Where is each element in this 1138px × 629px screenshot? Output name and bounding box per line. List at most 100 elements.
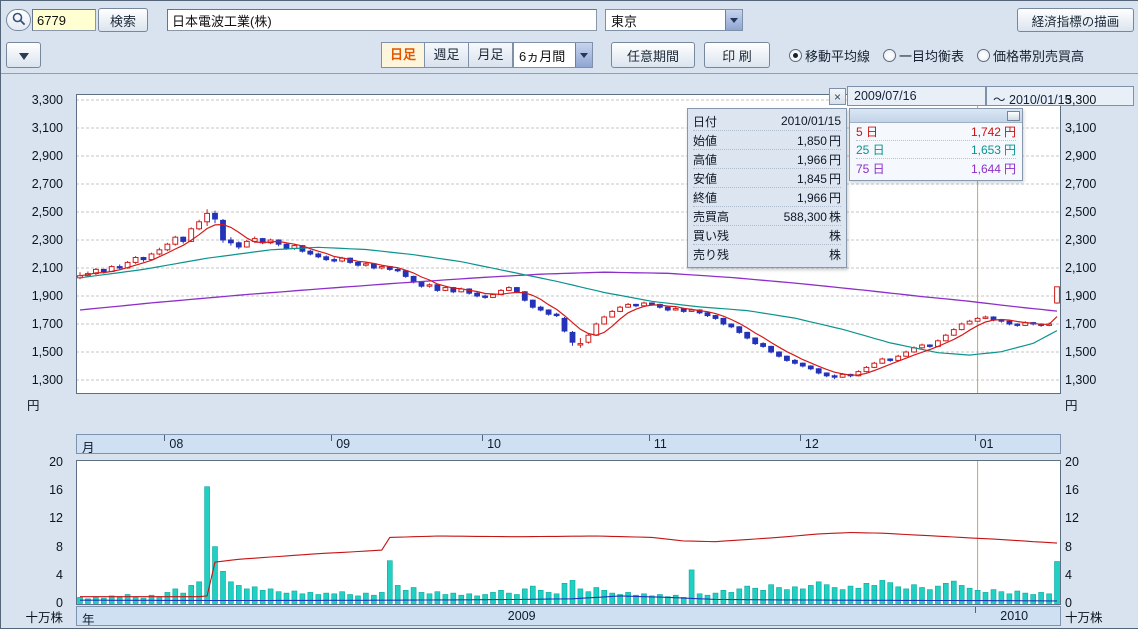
price-axis-label: 1,300 bbox=[1065, 372, 1123, 388]
legend-minimize-button[interactable] bbox=[1007, 111, 1020, 121]
info-row: 終値1,966円 bbox=[693, 188, 841, 207]
legend-row: 5 日1,742円 bbox=[856, 123, 1016, 141]
price-axis-label: 2,700 bbox=[5, 176, 63, 192]
price-axis-label: 2,500 bbox=[5, 204, 63, 220]
legend-ma-label: 25 日 bbox=[856, 141, 885, 158]
price-axis-unit: 円 bbox=[1065, 398, 1078, 414]
radio-volume-by-price[interactable]: 価格帯別売買高 bbox=[977, 46, 1084, 65]
info-label: 買い残 bbox=[693, 227, 729, 244]
ohlc-info-panel: 日付2010/01/15始値1,850円高値1,966円安値1,845円終値1,… bbox=[687, 108, 847, 268]
month-label: 11 bbox=[654, 437, 667, 451]
period-select[interactable]: 6ヵ月間 bbox=[513, 42, 593, 68]
info-label: 始値 bbox=[693, 132, 717, 149]
volume-axis-label: 0 bbox=[1065, 595, 1123, 611]
tab-weekly[interactable]: 週足 bbox=[425, 42, 469, 68]
price-axis-label: 3,300 bbox=[5, 92, 63, 108]
stock-chart-app-window: 検索 東京 経済指標の描画 日足 週足 月足 6ヵ月間 任意期間 印 刷 移動平… bbox=[0, 0, 1138, 629]
month-label: 01 bbox=[980, 437, 994, 451]
info-label: 売り残 bbox=[693, 246, 729, 263]
price-axis-label: 3,100 bbox=[1065, 120, 1123, 136]
price-axis-label: 1,500 bbox=[1065, 344, 1123, 360]
year-boundary-tick bbox=[975, 607, 976, 613]
price-axis-label: 1,700 bbox=[5, 316, 63, 332]
price-axis-label: 1,900 bbox=[1065, 288, 1123, 304]
month-boundary-tick bbox=[800, 435, 801, 441]
price-axis-label: 1,900 bbox=[5, 288, 63, 304]
year-label: 2009 bbox=[508, 609, 536, 623]
month-axis-corner-label: 月 bbox=[82, 437, 95, 454]
year-label: 2010 bbox=[1000, 609, 1028, 623]
volume-axis-label: 4 bbox=[1065, 567, 1123, 583]
volume-axis-label: 8 bbox=[5, 539, 63, 555]
month-axis-strip: 月 08 09 10 11 12 01 bbox=[76, 434, 1061, 454]
price-axis-label: 2,900 bbox=[5, 148, 63, 164]
info-row: 買い残 株 bbox=[693, 226, 841, 245]
info-row: 日付2010/01/15 bbox=[693, 112, 841, 131]
volume-chart[interactable] bbox=[76, 460, 1061, 605]
print-button[interactable]: 印 刷 bbox=[704, 42, 770, 68]
legend-header bbox=[850, 109, 1022, 123]
volume-axis-label: 20 bbox=[1065, 454, 1123, 470]
info-label: 日付 bbox=[693, 113, 717, 130]
info-value: 1,966円 bbox=[797, 189, 841, 206]
price-axis-label: 2,100 bbox=[5, 260, 63, 276]
date-range-end-value: 2010/01/15 bbox=[1009, 93, 1072, 107]
timeframe-tabs: 日足 週足 月足 bbox=[381, 42, 513, 68]
info-row: 始値 1,850円 bbox=[693, 131, 841, 150]
ma-legend-panel: 5 日1,742円25 日1,653円75 日1,644円 bbox=[849, 108, 1023, 181]
custom-period-button[interactable]: 任意期間 bbox=[611, 42, 695, 68]
price-axis-label: 1,300 bbox=[5, 372, 63, 388]
info-value: 588,300株 bbox=[784, 208, 841, 225]
stock-code-input[interactable] bbox=[32, 9, 96, 31]
legend-ma-label: 75 日 bbox=[856, 160, 885, 177]
chevron-down-icon[interactable] bbox=[725, 10, 742, 30]
info-value: 1,850円 bbox=[797, 132, 841, 149]
chevron-down-icon[interactable] bbox=[575, 43, 592, 67]
date-range-separator: ～ bbox=[993, 93, 1006, 107]
legend-ma-value: 1,742円 bbox=[971, 123, 1016, 140]
volume-axis-label: 4 bbox=[5, 567, 63, 583]
period-value: 6ヵ月間 bbox=[514, 46, 575, 65]
info-label: 売買高 bbox=[693, 208, 729, 225]
month-label: 08 bbox=[169, 437, 183, 451]
price-axis-label: 2,300 bbox=[5, 232, 63, 248]
radio-moving-average[interactable]: 移動平均線 bbox=[789, 46, 870, 65]
date-range-start[interactable]: 2009/07/16 bbox=[847, 86, 986, 106]
volume-axis-label: 16 bbox=[1065, 482, 1123, 498]
month-label: 09 bbox=[336, 437, 350, 451]
radio-ichimoku[interactable]: 一目均衡表 bbox=[883, 46, 964, 65]
price-axis-label: 1,700 bbox=[1065, 316, 1123, 332]
tab-daily[interactable]: 日足 bbox=[381, 42, 425, 68]
info-value: 1,966円 bbox=[797, 151, 841, 168]
chart-tools-dropdown-button[interactable] bbox=[6, 42, 41, 68]
search-button[interactable]: 検索 bbox=[98, 8, 148, 32]
info-value: 株 bbox=[827, 246, 841, 263]
price-axis-label: 2,900 bbox=[1065, 148, 1123, 164]
volume-axis-label: 20 bbox=[5, 454, 63, 470]
volume-axis-label: 12 bbox=[1065, 510, 1123, 526]
price-axis-unit: 円 bbox=[27, 398, 40, 414]
economic-indicators-button[interactable]: 経済指標の描画 bbox=[1017, 8, 1134, 32]
info-row: 売買高 588,300株 bbox=[693, 207, 841, 226]
exchange-select[interactable]: 東京 bbox=[605, 9, 743, 31]
radio-icon bbox=[789, 49, 802, 62]
month-boundary-tick bbox=[164, 435, 165, 441]
year-axis-corner-label: 年 bbox=[82, 609, 95, 626]
month-label: 10 bbox=[487, 437, 501, 451]
radio-label: 価格帯別売買高 bbox=[993, 46, 1084, 65]
info-value: 株 bbox=[827, 227, 841, 244]
radio-icon bbox=[883, 49, 896, 62]
exchange-value: 東京 bbox=[606, 11, 725, 30]
tab-monthly[interactable]: 月足 bbox=[469, 42, 513, 68]
volume-axis-label: 8 bbox=[1065, 539, 1123, 555]
close-icon[interactable]: × bbox=[829, 88, 846, 105]
price-axis-label: 3,100 bbox=[5, 120, 63, 136]
info-row: 安値1,845円 bbox=[693, 169, 841, 188]
info-value: 1,845円 bbox=[797, 170, 841, 187]
search-icon-button[interactable] bbox=[6, 9, 31, 31]
price-axis-label: 2,100 bbox=[1065, 260, 1123, 276]
month-label: 12 bbox=[805, 437, 819, 451]
radio-icon bbox=[977, 49, 990, 62]
price-axis-label: 2,500 bbox=[1065, 204, 1123, 220]
stock-name-input[interactable] bbox=[167, 9, 597, 31]
